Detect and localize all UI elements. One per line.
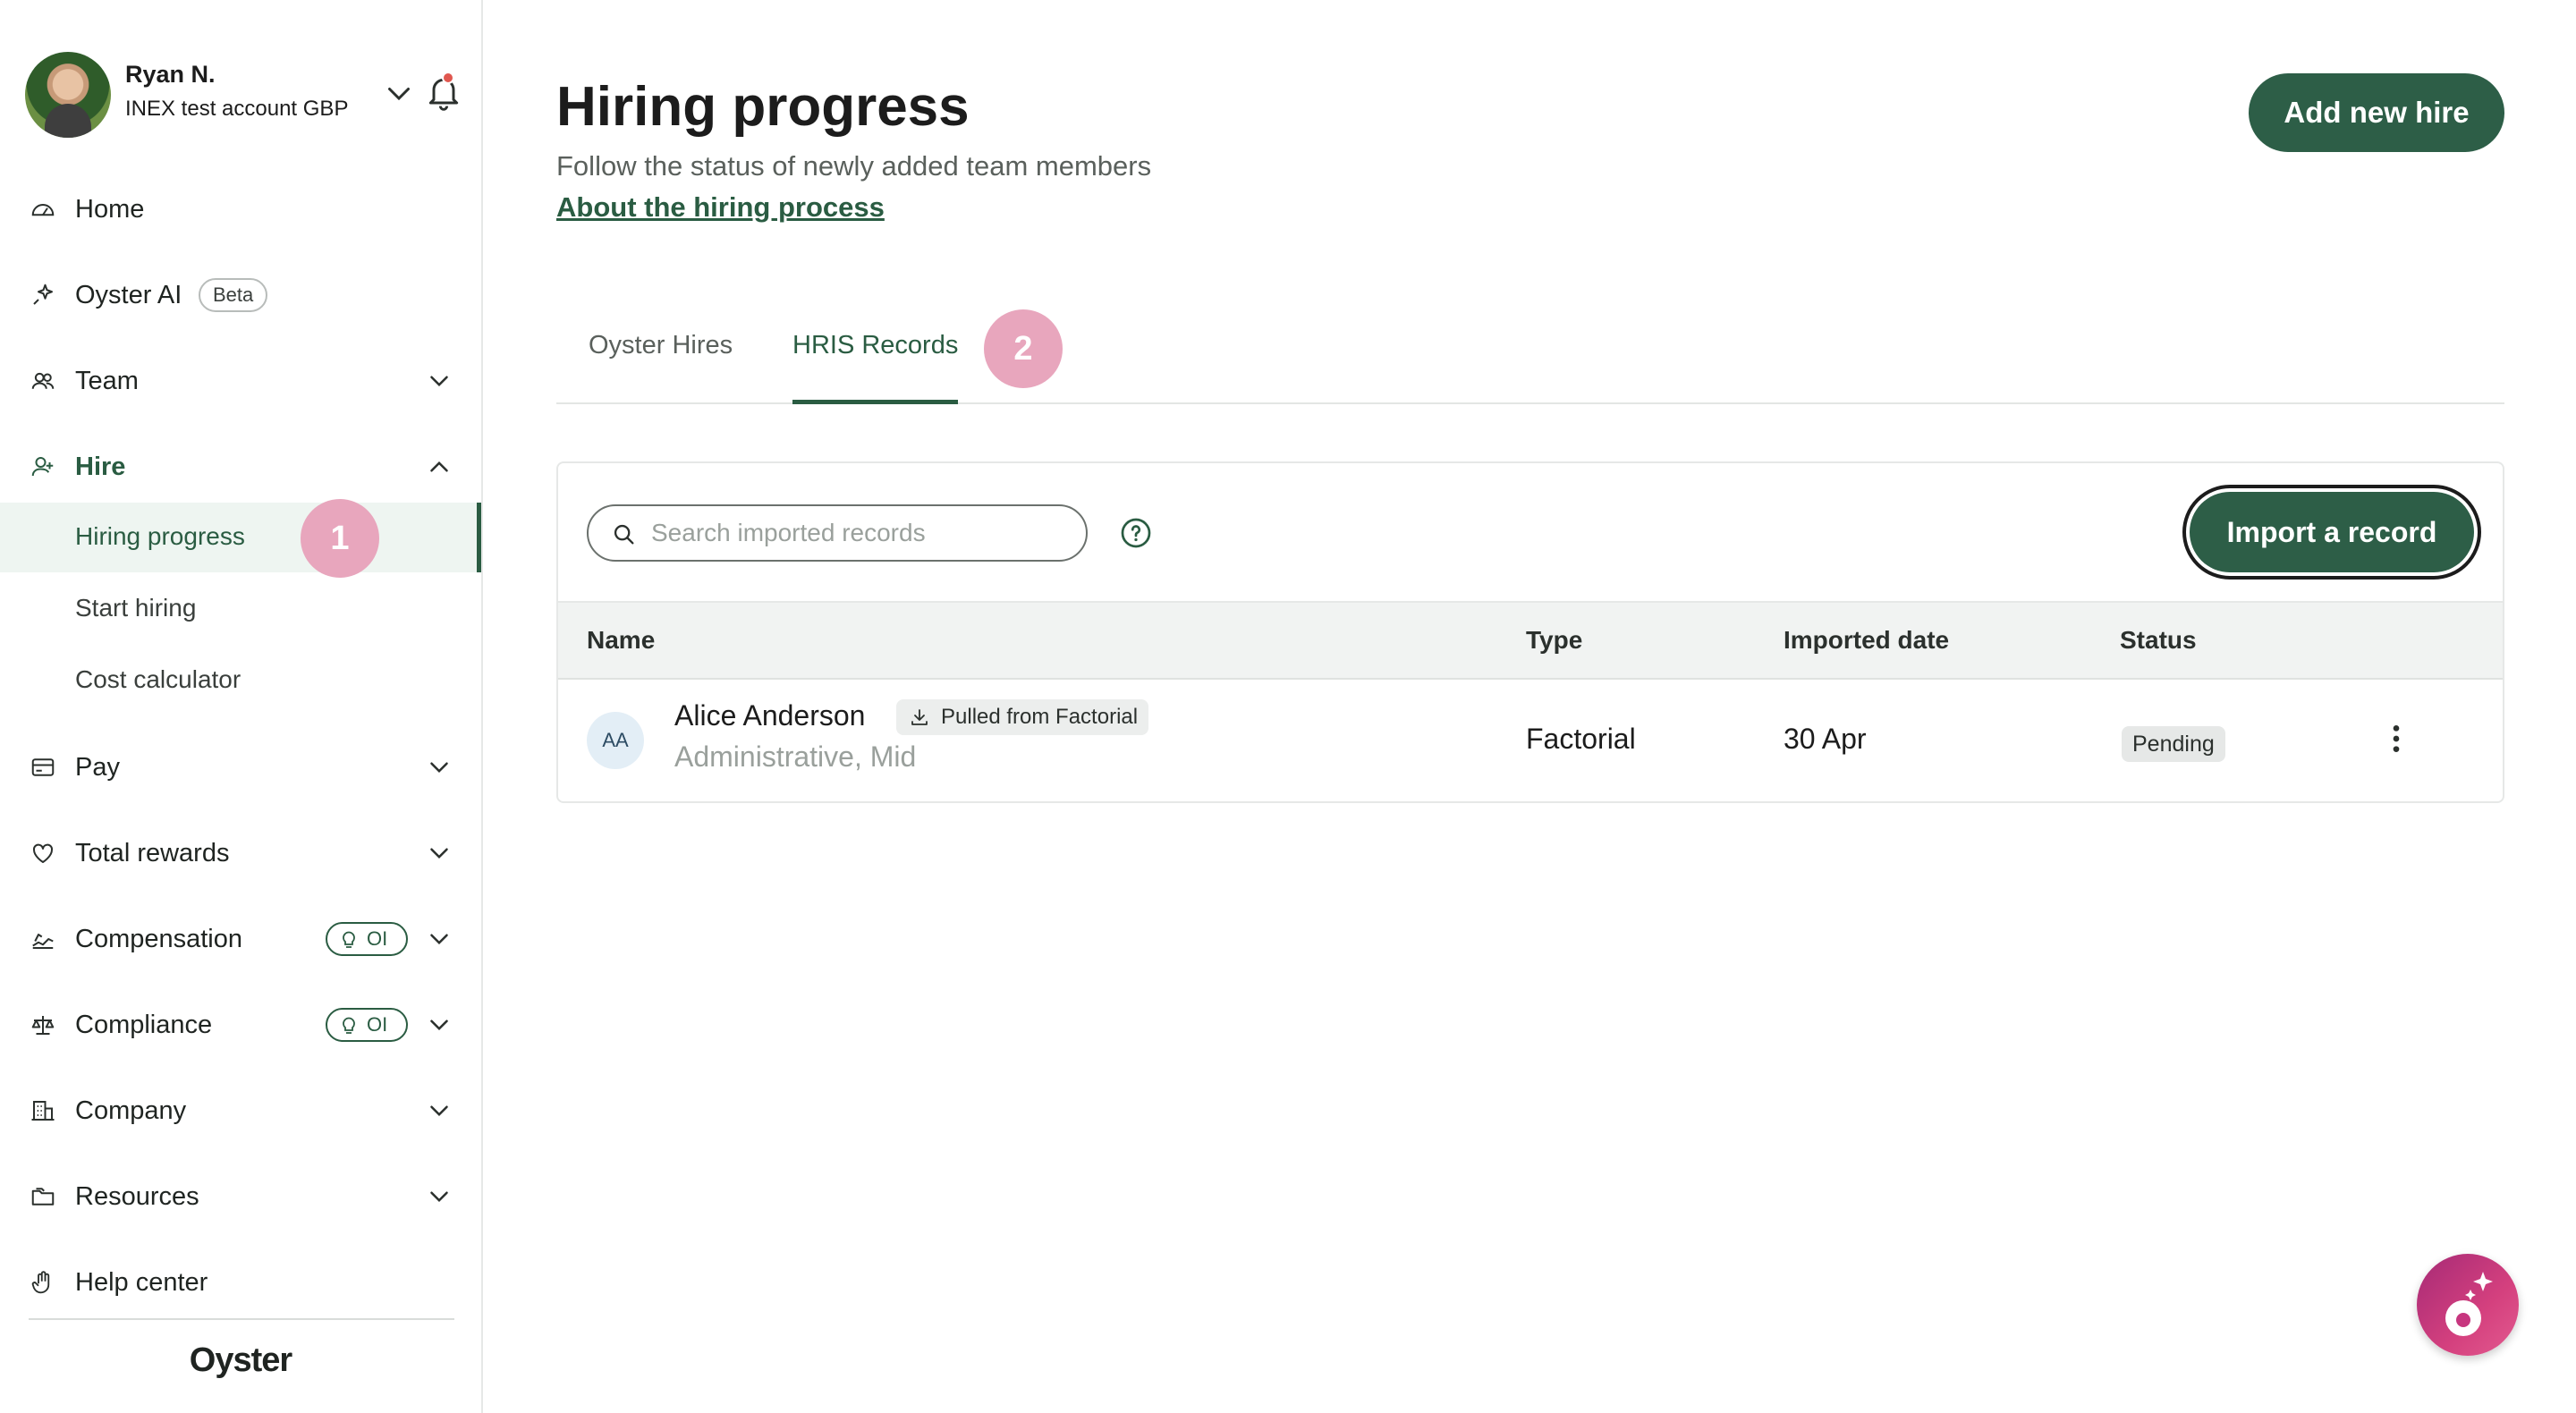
sidebar-item-label: Compensation xyxy=(75,924,242,953)
sidebar-item-label: Home xyxy=(75,194,145,224)
source-badge: Pulled from Factorial xyxy=(896,699,1149,735)
download-icon xyxy=(911,709,928,725)
column-header-imported-date[interactable]: Imported date xyxy=(1784,626,1949,655)
sidebar-item-label: Start hiring xyxy=(75,594,197,622)
source-badge-label: Pulled from Factorial xyxy=(941,705,1139,729)
sidebar-item-pay[interactable]: Pay xyxy=(0,740,481,794)
profile-switcher[interactable]: Ryan N. INEX test account GBP xyxy=(25,52,463,138)
more-options-icon[interactable] xyxy=(2383,721,2410,757)
status-badge: Pending xyxy=(2122,726,2225,762)
avatar xyxy=(25,52,111,138)
table-header: Name Type Imported date Status xyxy=(558,601,2503,680)
avatar: AA xyxy=(587,712,644,769)
chevron-down-icon xyxy=(430,848,448,859)
page-title: Hiring progress xyxy=(556,76,970,138)
sidebar-item-label: Hire xyxy=(75,452,126,481)
profile-name: Ryan N. xyxy=(125,61,216,88)
page-subtitle: Follow the status of newly added team me… xyxy=(556,150,1152,182)
search-box[interactable] xyxy=(587,504,1088,562)
sidebar-item-hire[interactable]: Hire xyxy=(0,440,481,494)
sidebar-item-home[interactable]: Home xyxy=(0,182,481,236)
ai-assistant-button[interactable] xyxy=(2417,1254,2519,1356)
chevron-down-icon xyxy=(430,934,448,945)
sidebar-item-label: Hiring progress xyxy=(75,522,245,550)
tab-oyster-hires[interactable]: Oyster Hires xyxy=(589,331,733,402)
heart-icon xyxy=(29,839,57,867)
tab-bar: Oyster Hires HRIS Records xyxy=(556,304,2504,404)
building-icon xyxy=(29,1096,57,1125)
add-person-icon xyxy=(29,453,57,481)
sidebar-item-label: Help center xyxy=(75,1267,208,1297)
sidebar-item-label: Resources xyxy=(75,1181,199,1211)
chevron-down-icon xyxy=(430,376,448,387)
sidebar: Ryan N. INEX test account GBP Home Oyste… xyxy=(0,0,483,1413)
dashboard-icon xyxy=(29,195,57,224)
column-header-status[interactable]: Status xyxy=(2120,626,2197,655)
scale-icon xyxy=(29,1011,57,1039)
beta-badge: Beta xyxy=(199,278,268,312)
help-circle-icon[interactable] xyxy=(1120,517,1152,549)
sidebar-item-label: Oyster AI xyxy=(75,280,182,309)
lightbulb-icon xyxy=(343,1017,355,1034)
sidebar-item-label: Total rewards xyxy=(75,838,230,867)
sidebar-item-label: Team xyxy=(75,366,139,395)
chevron-up-icon xyxy=(430,461,448,472)
sidebar-item-label: Compliance xyxy=(75,1010,213,1039)
sidebar-item-resources[interactable]: Resources xyxy=(0,1170,481,1223)
about-hiring-link[interactable]: About the hiring process xyxy=(556,191,885,224)
sidebar-item-label: Cost calculator xyxy=(75,665,242,693)
ol-badge-label: OI xyxy=(367,1013,388,1036)
import-record-button[interactable]: Import a record xyxy=(2182,485,2481,580)
sidebar-subitem-hiring-progress[interactable]: Hiring progress xyxy=(0,503,481,572)
chevron-down-icon xyxy=(430,1105,448,1117)
sidebar-item-compensation[interactable]: Compensation OI xyxy=(0,912,481,966)
chevron-down-icon xyxy=(430,762,448,774)
sparkle-assistant-icon xyxy=(2445,1272,2493,1336)
sidebar-item-label: Company xyxy=(75,1096,187,1125)
sidebar-item-label: Pay xyxy=(75,752,120,782)
record-type: Factorial xyxy=(1526,723,1636,755)
sidebar-item-company[interactable]: Company xyxy=(0,1084,481,1138)
sidebar-divider xyxy=(29,1318,454,1320)
sidebar-subitem-cost-calculator[interactable]: Cost calculator xyxy=(0,646,481,715)
compensation-icon xyxy=(29,925,57,953)
sidebar-item-team[interactable]: Team xyxy=(0,354,481,408)
sidebar-subitem-start-hiring[interactable]: Start hiring xyxy=(0,574,481,644)
search-icon xyxy=(614,524,634,545)
record-role: Administrative, Mid xyxy=(674,740,917,773)
ol-badge: OI xyxy=(326,1008,408,1042)
oyster-logo[interactable]: Oyster xyxy=(0,1341,481,1380)
table-row[interactable]: AA Alice Anderson Pulled from Factorial … xyxy=(558,680,2503,803)
step-marker-1: 1 xyxy=(301,499,379,578)
profile-account: INEX test account GBP xyxy=(125,97,349,121)
add-new-hire-button[interactable]: Add new hire xyxy=(2249,73,2504,152)
chevron-down-icon xyxy=(430,1020,448,1031)
search-input[interactable] xyxy=(651,513,1072,553)
record-imported-date: 30 Apr xyxy=(1784,723,1867,755)
import-record-label: Import a record xyxy=(2190,492,2474,572)
sidebar-item-total-rewards[interactable]: Total rewards xyxy=(0,826,481,880)
records-card: Import a record Name Type Imported date … xyxy=(556,461,2504,803)
folder-icon xyxy=(29,1182,57,1211)
chevron-down-icon xyxy=(430,1191,448,1203)
sidebar-item-oyster-ai[interactable]: Oyster AI Beta xyxy=(0,268,481,322)
sparkle-icon xyxy=(29,281,57,309)
lightbulb-icon xyxy=(343,931,355,948)
record-name[interactable]: Alice Anderson xyxy=(674,699,865,732)
card-icon xyxy=(29,753,57,782)
tab-hris-records[interactable]: HRIS Records xyxy=(792,331,959,404)
hand-icon xyxy=(29,1268,57,1297)
chevron-down-icon[interactable] xyxy=(383,77,415,109)
column-header-name[interactable]: Name xyxy=(587,626,655,655)
column-header-type[interactable]: Type xyxy=(1526,626,1582,655)
step-marker-2: 2 xyxy=(984,309,1063,388)
notification-dot xyxy=(442,72,454,84)
sidebar-item-help-center[interactable]: Help center xyxy=(0,1256,481,1309)
team-icon xyxy=(29,367,57,395)
sidebar-item-compliance[interactable]: Compliance OI xyxy=(0,998,481,1052)
ol-badge: OI xyxy=(326,922,408,956)
ol-badge-label: OI xyxy=(367,927,388,950)
